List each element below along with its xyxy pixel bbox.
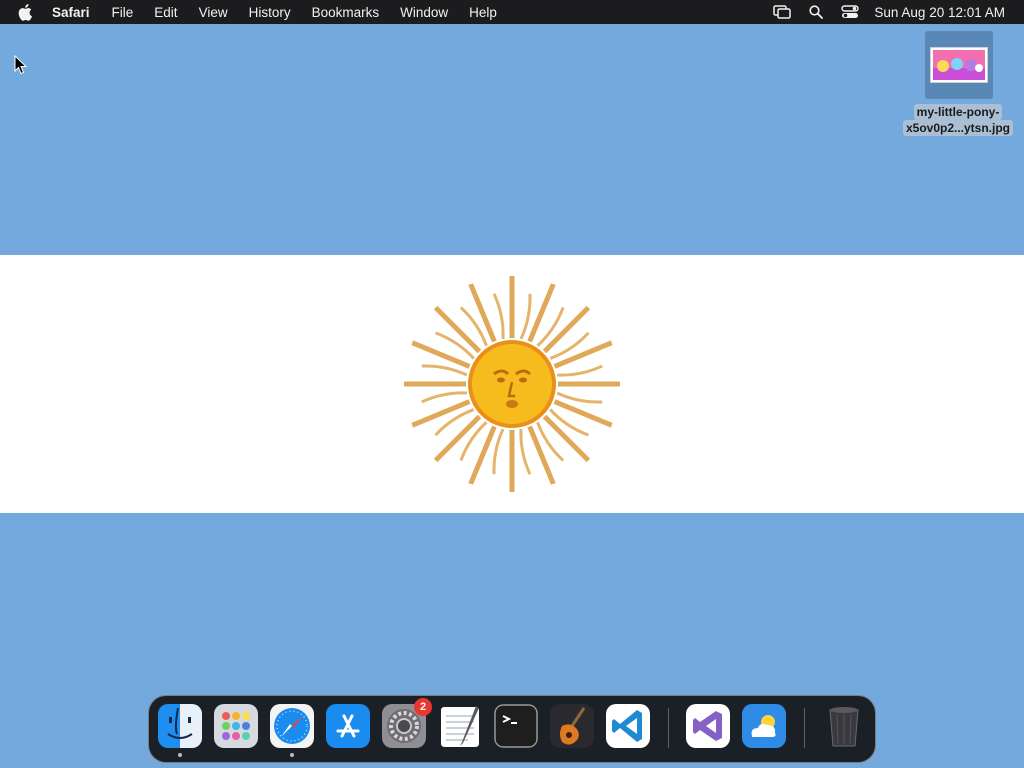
screen-mirroring-icon[interactable] [772, 4, 792, 20]
dock-separator [804, 708, 805, 748]
menu-edit[interactable]: Edit [154, 5, 177, 20]
dock-separator [668, 708, 669, 748]
sun-ray [553, 340, 613, 369]
image-thumbnail-icon [930, 47, 988, 83]
menu-window[interactable]: Window [400, 5, 448, 20]
weather-icon [742, 704, 786, 748]
file-name-line-1: my-little-pony- [913, 104, 1003, 120]
dock-item-vscode[interactable] [606, 704, 652, 750]
control-center-icon[interactable] [840, 4, 860, 20]
running-indicator [178, 753, 182, 757]
desktop-file-icon[interactable]: my-little-pony- x5ov0p2...ytsn.jpg [896, 30, 1020, 140]
dock-item-system-settings[interactable]: 2 [382, 698, 432, 750]
menu-help[interactable]: Help [469, 5, 497, 20]
dock-item-textedit[interactable] [438, 704, 484, 750]
sun-of-may-icon [404, 276, 620, 492]
file-name-line-2: x5ov0p2...ytsn.jpg [902, 120, 1014, 136]
apple-menu-icon[interactable] [18, 3, 36, 21]
sun-ray [519, 293, 532, 340]
sun-ray [492, 293, 505, 339]
dock-item-safari[interactable] [270, 704, 316, 757]
app-store-icon [326, 704, 370, 748]
dock-item-app-store[interactable] [326, 704, 372, 750]
menu-app-name[interactable]: Safari [52, 5, 90, 20]
notification-badge: 2 [414, 698, 432, 716]
file-thumbnail-selection[interactable] [925, 31, 993, 99]
sun-ray [519, 429, 532, 475]
sun-ray [421, 364, 468, 377]
dock: 2 [148, 695, 876, 763]
sun-ray [411, 399, 471, 428]
sun-ray [527, 425, 556, 485]
dock-item-terminal[interactable] [494, 704, 540, 750]
desktop-file-name[interactable]: my-little-pony- x5ov0p2...ytsn.jpg [898, 104, 1018, 136]
mouse-pointer-icon [14, 55, 28, 75]
sun-ray [556, 391, 603, 404]
menu-bar: Safari File Edit View History Bookmarks … [0, 0, 1024, 24]
safari-icon [270, 704, 314, 748]
desktop-wallpaper [0, 0, 1024, 768]
garageband-icon [550, 704, 594, 748]
visual-studio-icon [686, 704, 730, 748]
menu-view[interactable]: View [199, 5, 228, 20]
launchpad-icon [214, 704, 258, 748]
flag-top-band [0, 0, 1024, 255]
dock-item-garageband[interactable] [550, 704, 596, 750]
dock-item-launchpad[interactable] [214, 704, 260, 750]
sun-ray [557, 364, 603, 377]
sun-ray [421, 391, 467, 404]
textedit-icon [438, 704, 482, 748]
dock-item-trash[interactable] [822, 704, 868, 750]
spotlight-search-icon[interactable] [806, 4, 826, 20]
menu-bar-clock[interactable]: Sun Aug 20 12:01 AM [874, 5, 1005, 20]
menu-bar-status-area: Sun Aug 20 12:01 AM [772, 0, 1024, 24]
running-indicator [290, 753, 294, 757]
sun-ray [492, 428, 505, 475]
terminal-icon [494, 704, 538, 748]
dock-item-weather[interactable] [742, 704, 788, 750]
menu-file[interactable]: File [112, 5, 134, 20]
menu-history[interactable]: History [249, 5, 291, 20]
dock-item-finder[interactable] [158, 704, 204, 757]
finder-icon [158, 704, 202, 748]
sun-ray [468, 283, 497, 343]
menu-bookmarks[interactable]: Bookmarks [312, 5, 380, 20]
dock-item-visual-studio[interactable] [686, 704, 732, 750]
trash-icon [822, 704, 866, 748]
vscode-icon [606, 704, 650, 748]
